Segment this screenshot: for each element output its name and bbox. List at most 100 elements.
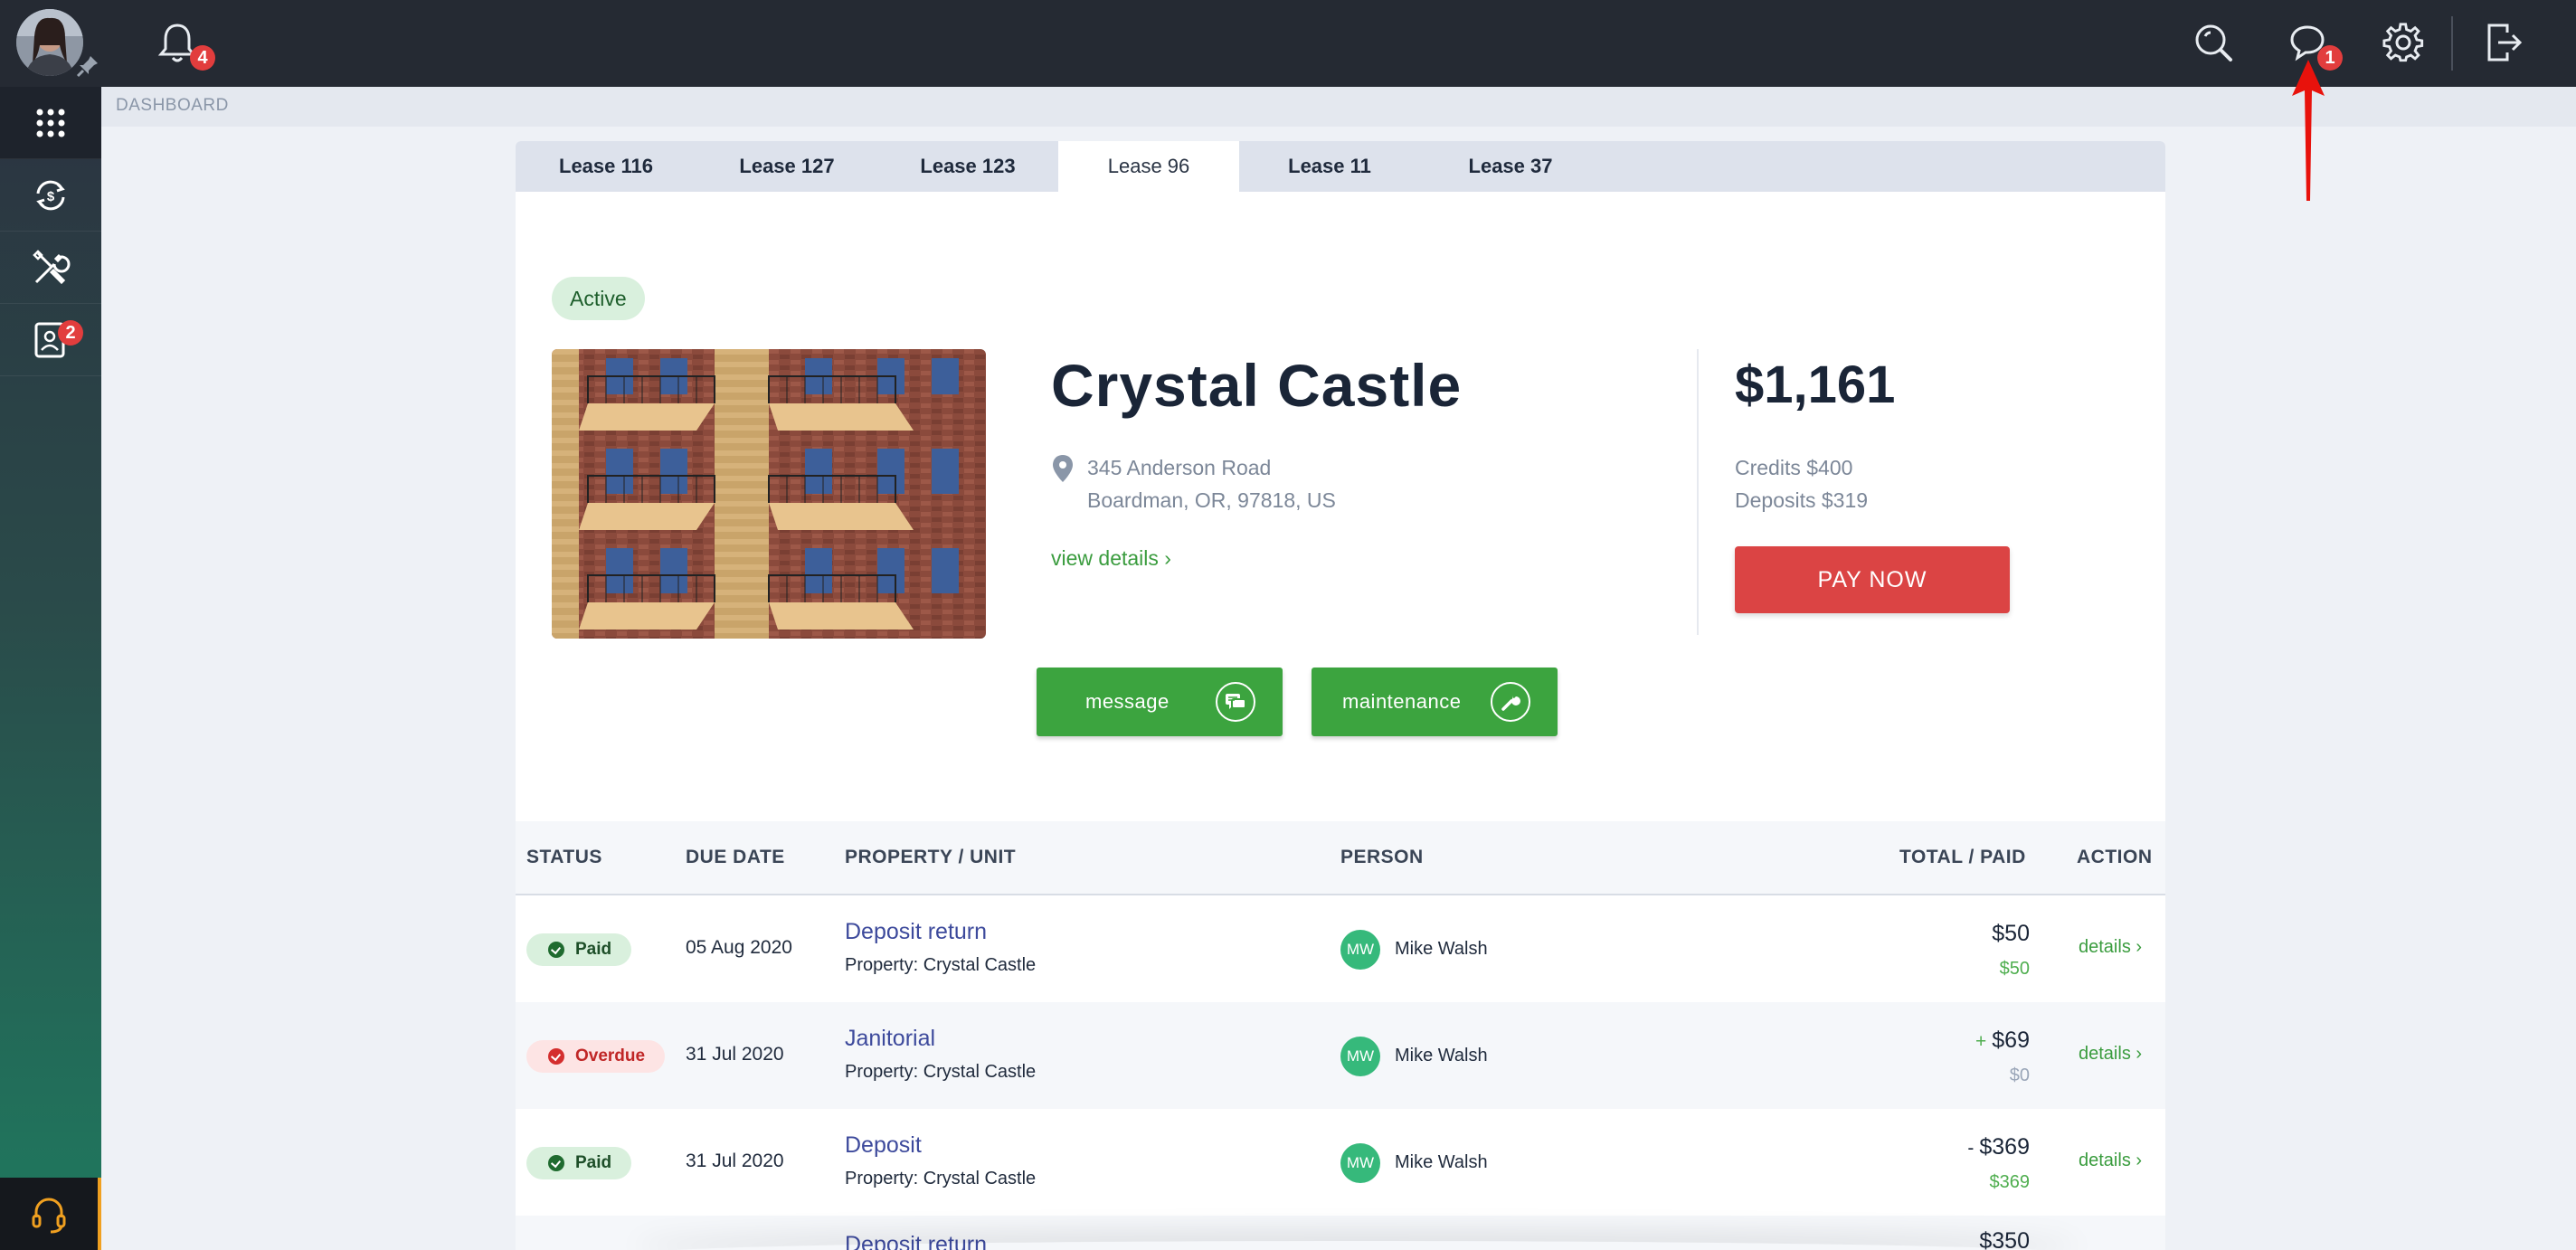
charge-property: Property: Crystal Castle — [845, 1169, 1037, 1188]
total-amount: $50 — [1986, 921, 2030, 947]
total-value: $69 — [1992, 1027, 2030, 1053]
lease-tabs: Lease 116 Lease 127 Lease 123 Lease 96 L… — [516, 141, 2165, 192]
location-pin-icon — [1053, 455, 1073, 482]
pin-icon[interactable] — [76, 54, 99, 78]
red-arrow-annotation — [2292, 60, 2325, 201]
status-badge: Paid — [526, 1147, 632, 1179]
charge-property: Property: Crystal Castle — [845, 1062, 1037, 1082]
message-button[interactable]: message — [1037, 668, 1283, 736]
col-status[interactable]: STATUS — [526, 847, 602, 868]
tab-lease-123[interactable]: Lease 123 — [877, 141, 1058, 192]
check-icon — [548, 942, 564, 958]
col-action: ACTION — [2077, 847, 2153, 867]
svg-text:$: $ — [47, 189, 55, 204]
tab-lease-37[interactable]: Lease 37 — [1420, 141, 1601, 192]
logout-icon[interactable] — [2482, 22, 2524, 63]
top-bar: 4 1 — [0, 0, 2576, 87]
details-label: details — [2079, 1044, 2131, 1064]
charge-property: Property: Crystal Castle — [845, 955, 1037, 975]
deposits-text: Deposits $319 — [1735, 488, 1869, 512]
due-date: 05 Aug 2020 — [686, 937, 792, 958]
col-due-date[interactable]: DUE DATE — [686, 847, 785, 868]
total-value: $350 — [1979, 1228, 2030, 1250]
total-amount: - $369 — [1967, 1134, 2030, 1160]
amount-sign: + — [1975, 1031, 1987, 1052]
balance-amount: $1,161 — [1735, 355, 1896, 414]
sidebar-item-maintenance[interactable] — [0, 232, 101, 304]
chevron-right-icon: › — [2136, 1151, 2143, 1170]
sidebar-item-payments[interactable]: $ — [0, 159, 101, 232]
clock-icon — [548, 1048, 564, 1065]
property-photo — [552, 349, 986, 639]
message-icon — [1216, 682, 1255, 722]
maintenance-button[interactable]: maintenance — [1312, 668, 1558, 736]
breadcrumb-bar — [101, 87, 2576, 127]
tab-lease-11[interactable]: Lease 11 — [1239, 141, 1420, 192]
charge-title-link[interactable]: Deposit return — [845, 919, 987, 945]
chevron-right-icon: › — [1164, 546, 1171, 570]
view-details-link[interactable]: view details › — [1051, 546, 1171, 571]
grid-icon — [36, 109, 65, 137]
details-link[interactable]: details › — [2079, 1151, 2142, 1171]
wrench-icon — [1491, 682, 1530, 722]
paid-amount: $50 — [1999, 959, 2030, 979]
table-row[interactable]: Paid 31 Jul 2020 Deposit Property: Cryst… — [516, 1109, 2165, 1216]
view-details-label: view details — [1051, 546, 1159, 570]
tab-lease-96[interactable]: Lease 96 — [1058, 141, 1239, 192]
credits-text: Credits $400 — [1735, 456, 1853, 479]
search-icon[interactable] — [2192, 22, 2234, 63]
col-person[interactable]: PERSON — [1340, 847, 1424, 868]
maintenance-button-label: maintenance — [1342, 690, 1462, 713]
due-date: 31 Jul 2020 — [686, 1044, 784, 1065]
total-amount: $350 — [1979, 1228, 2030, 1250]
total-value: $369 — [1979, 1134, 2030, 1160]
contacts-badge: 2 — [58, 320, 83, 346]
tab-lease-116[interactable]: Lease 116 — [516, 141, 696, 192]
charge-title-link[interactable]: Janitorial — [845, 1026, 935, 1052]
details-link[interactable]: details › — [2079, 937, 2142, 958]
status-badge: Paid — [526, 933, 632, 966]
check-icon — [548, 1155, 564, 1171]
person-avatar: MW — [1340, 1143, 1380, 1183]
vertical-divider — [1697, 349, 1699, 635]
payments-cycle-icon: $ — [36, 180, 65, 210]
tab-lease-127[interactable]: Lease 127 — [696, 141, 877, 192]
sidebar: $ 2 — [0, 87, 101, 1250]
total-amount: + $69 — [1975, 1027, 2030, 1054]
user-avatar[interactable] — [16, 9, 83, 76]
status-label: Overdue — [575, 1046, 646, 1065]
due-date: 31 Jul 2020 — [686, 1151, 784, 1171]
gear-icon[interactable] — [2382, 22, 2424, 63]
person-avatar: MW — [1340, 1037, 1380, 1076]
col-property[interactable]: PROPERTY / UNIT — [845, 847, 1016, 868]
table-row[interactable]: Paid 05 Aug 2020 Deposit return Property… — [516, 895, 2165, 1002]
person-name: Mike Walsh — [1395, 1046, 1488, 1065]
status-badge: Overdue — [526, 1040, 666, 1073]
charge-title-link[interactable]: Deposit — [845, 1132, 922, 1159]
lease-status-badge: Active — [552, 277, 645, 320]
transactions-table-header: STATUS DUE DATE PROPERTY / UNIT PERSON T… — [516, 821, 2165, 895]
headset-icon — [32, 1198, 66, 1234]
breadcrumb[interactable]: DASHBOARD — [116, 96, 229, 116]
person-name: Mike Walsh — [1395, 1152, 1488, 1172]
tools-icon — [33, 249, 71, 284]
paid-amount: $369 — [1989, 1172, 2031, 1192]
pay-now-button[interactable]: PAY NOW — [1735, 546, 2010, 613]
address-line-2: Boardman, OR, 97818, US — [1087, 488, 1336, 512]
amount-sign: - — [1967, 1138, 1975, 1159]
support-button[interactable] — [0, 1178, 101, 1250]
sidebar-item-contacts[interactable]: 2 — [0, 304, 101, 376]
details-label: details — [2079, 937, 2131, 957]
status-label: Paid — [575, 940, 612, 959]
paid-amount: $0 — [2009, 1065, 2030, 1085]
col-total-paid[interactable]: TOTAL / PAID — [1899, 847, 2026, 868]
person-name: Mike Walsh — [1395, 939, 1488, 959]
notifications-badge: 4 — [190, 45, 215, 71]
message-button-label: message — [1085, 690, 1170, 713]
lease-card: Lease 116 Lease 127 Lease 123 Lease 96 L… — [516, 141, 2165, 1250]
sidebar-item-dashboard[interactable] — [0, 87, 101, 159]
topbar-divider — [2451, 16, 2453, 71]
table-row[interactable]: Overdue 31 Jul 2020 Janitorial Property:… — [516, 1002, 2165, 1109]
details-link[interactable]: details › — [2079, 1044, 2142, 1065]
chevron-right-icon: › — [2136, 1044, 2143, 1064]
